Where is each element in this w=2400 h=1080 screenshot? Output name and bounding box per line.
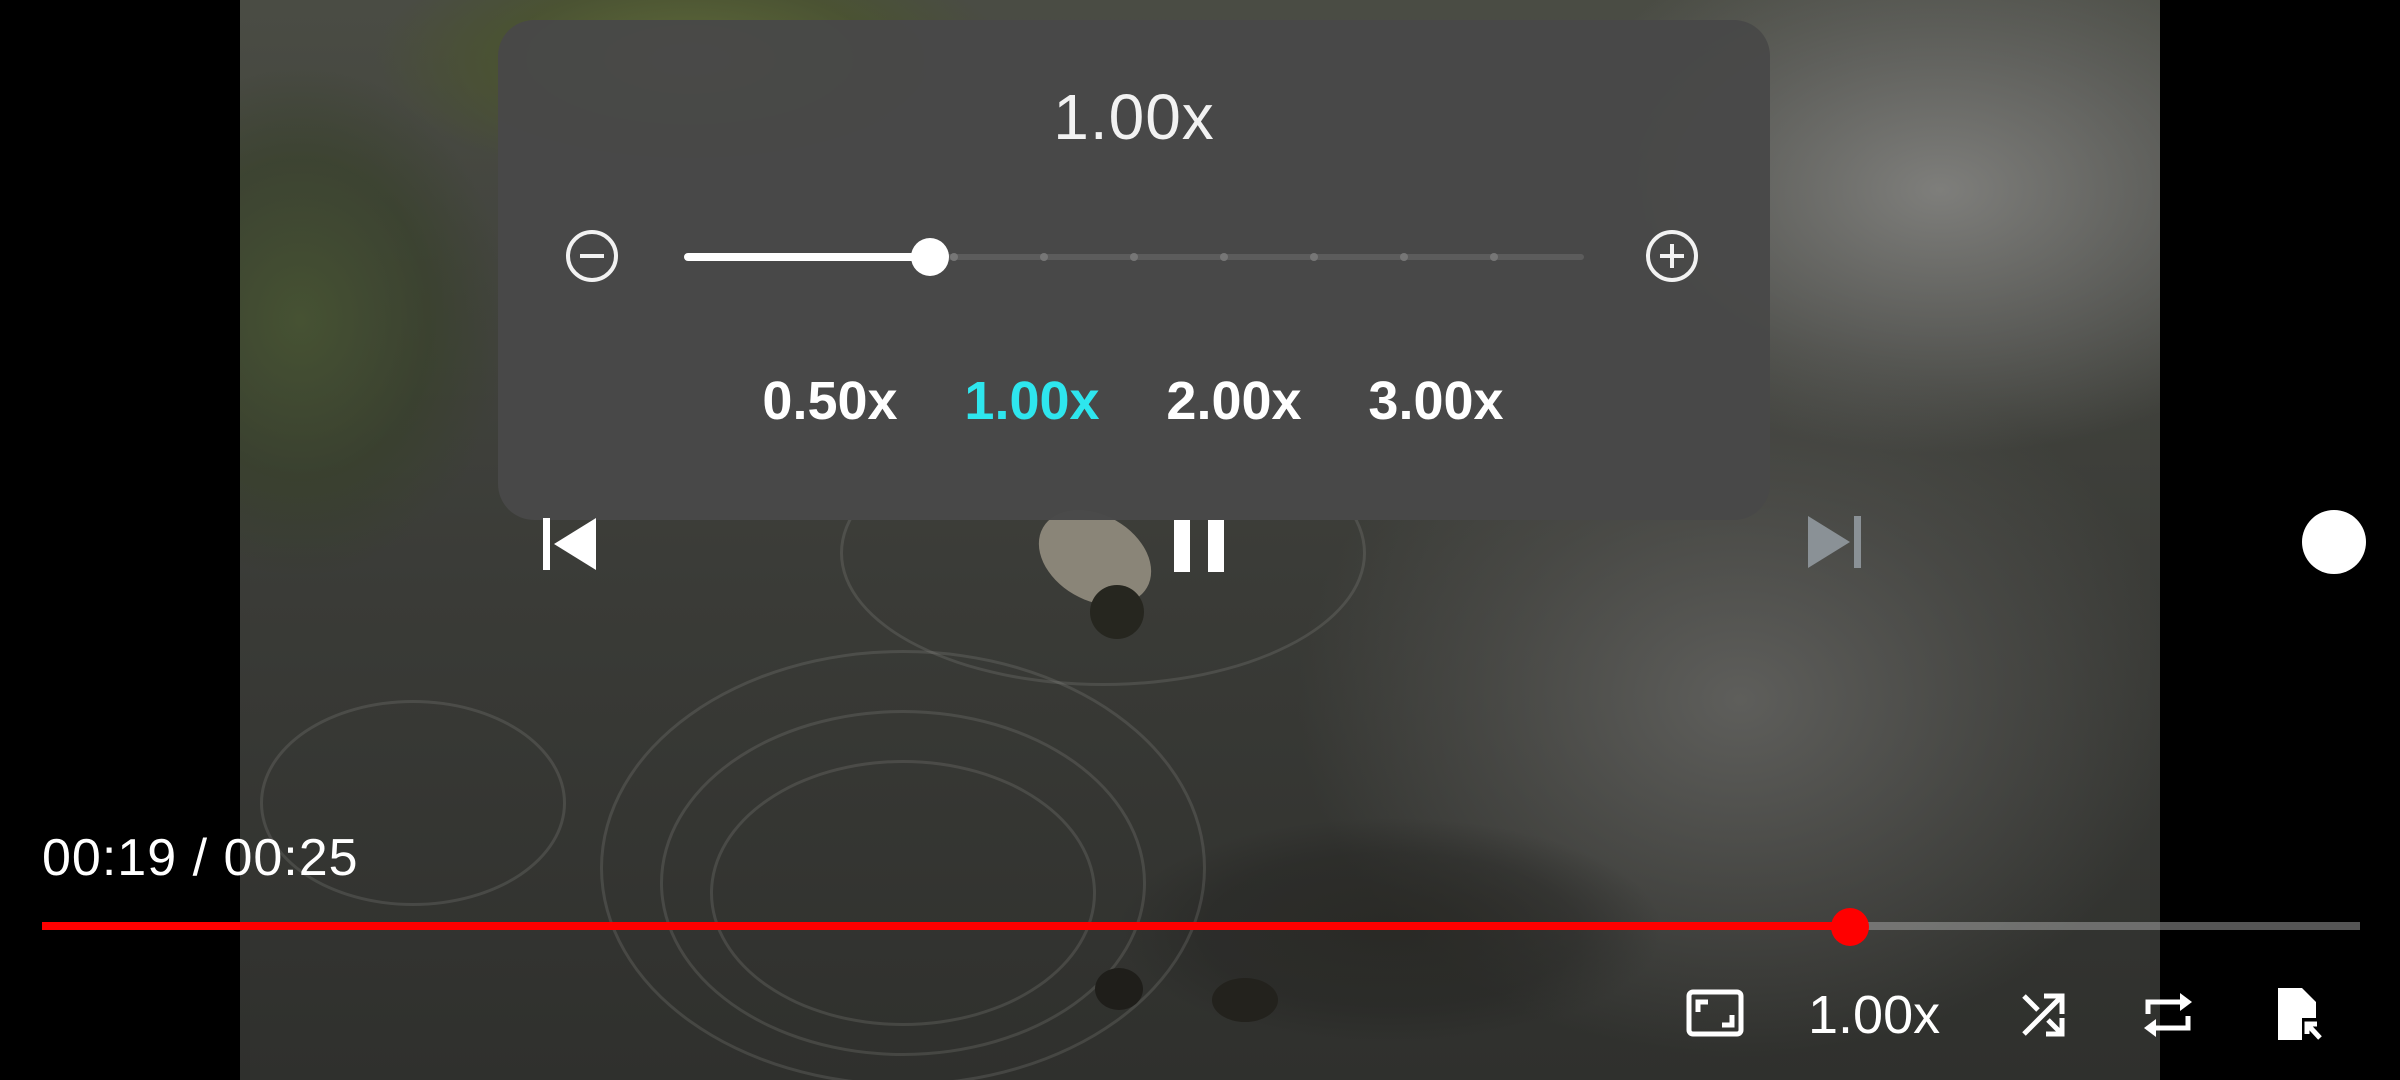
playback-time: 00:19 / 00:25: [42, 829, 359, 887]
speed-slider-tick: [1310, 253, 1318, 261]
floating-assist-button[interactable]: [2302, 510, 2366, 574]
skip-next-icon: [1808, 516, 1861, 568]
playback-speed-button[interactable]: 1.00x: [1808, 984, 1940, 1046]
seek-bar-thumb[interactable]: [1831, 908, 1870, 946]
next-button[interactable]: [1804, 514, 1864, 570]
speed-slider-thumb[interactable]: [910, 238, 949, 276]
seek-bar[interactable]: [42, 908, 2360, 946]
previous-button[interactable]: [540, 516, 600, 572]
pause-icon: [1174, 520, 1224, 572]
pause-button[interactable]: [1172, 518, 1230, 574]
duck-head: [1090, 585, 1144, 639]
duckling: [1212, 978, 1278, 1022]
skip-previous-icon: [543, 518, 596, 570]
minus-circle-icon: [580, 254, 604, 258]
speed-slider-tick: [1220, 253, 1228, 261]
shuffle-button[interactable]: [2018, 990, 2068, 1040]
speed-decrease-button[interactable]: [566, 230, 618, 282]
speed-slider[interactable]: [684, 238, 1584, 276]
speed-slider-tick: [1400, 253, 1408, 261]
seek-bar-played: [42, 922, 1851, 930]
player-screen: 1.00x 0.50x 1.00x 2.00x 3.00x 00:19 / 00…: [0, 0, 2400, 1080]
playback-speed-panel: 1.00x 0.50x 1.00x 2.00x 3.00x: [498, 20, 1770, 520]
speed-slider-tick: [1490, 253, 1498, 261]
file-info-icon: [2278, 988, 2322, 1040]
duckling: [1095, 968, 1143, 1010]
speed-preset-2-00[interactable]: 2.00x: [1154, 370, 1314, 432]
water-ripple: [600, 650, 1206, 1080]
aspect-ratio-button[interactable]: [1686, 988, 1744, 1040]
speed-preset-1-00[interactable]: 1.00x: [952, 370, 1112, 432]
speed-slider-tick: [1040, 253, 1048, 261]
speed-slider-fill: [684, 253, 930, 261]
repeat-icon: [2144, 993, 2192, 1037]
aspect-ratio-icon: [1686, 989, 1744, 1037]
shuffle-icon: [2022, 993, 2065, 1037]
speed-presets: 0.50x 1.00x 2.00x 3.00x: [498, 370, 1770, 440]
current-speed-label: 1.00x: [1053, 81, 1215, 153]
repeat-button[interactable]: [2142, 990, 2194, 1040]
speed-slider-tick: [1130, 253, 1138, 261]
speed-increase-button[interactable]: [1646, 230, 1698, 282]
speed-preset-0-50[interactable]: 0.50x: [750, 370, 910, 432]
file-info-button[interactable]: [2274, 986, 2324, 1044]
speed-slider-tick: [950, 253, 958, 261]
speed-preset-3-00[interactable]: 3.00x: [1356, 370, 1516, 432]
